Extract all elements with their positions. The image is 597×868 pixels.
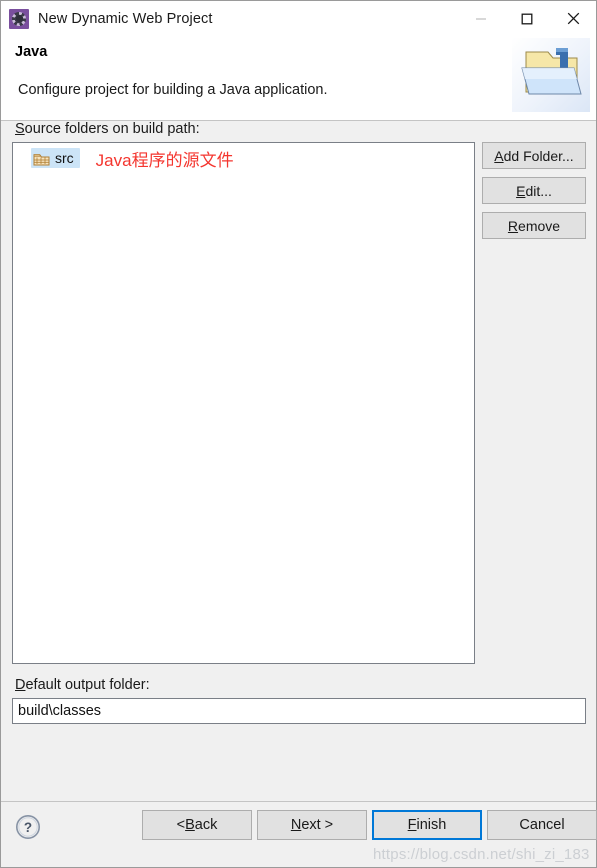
help-question-icon[interactable]: ?: [15, 814, 41, 840]
next-button[interactable]: Next >: [257, 810, 367, 840]
back-button[interactable]: < Back: [142, 810, 252, 840]
eclipse-wizard-gear-icon: [9, 8, 29, 29]
list-item[interactable]: src Java程序的源文件: [31, 147, 234, 170]
source-folder-actions: Add Folder... Edit... Remove: [482, 142, 586, 239]
add-folder-button[interactable]: Add Folder...: [482, 142, 586, 169]
java-folder-banner-icon: [512, 38, 590, 112]
cancel-button[interactable]: Cancel: [487, 810, 597, 840]
close-icon[interactable]: [550, 1, 596, 36]
annotation-text: Java程序的源文件: [95, 150, 234, 170]
source-folders-list[interactable]: src Java程序的源文件: [12, 142, 475, 664]
svg-text:?: ?: [24, 820, 32, 835]
dialog-footer: ? < Back Next > Finish Cancel: [1, 801, 597, 867]
title-bar: New Dynamic Web Project: [1, 1, 596, 36]
edit-button[interactable]: Edit...: [482, 177, 586, 204]
default-output-folder-input[interactable]: [12, 698, 586, 724]
window-title: New Dynamic Web Project: [38, 10, 213, 27]
new-dynamic-web-project-dialog: New Dynamic Web Project Java Configure p…: [0, 0, 597, 868]
source-package-folder-icon: [33, 151, 50, 166]
default-output-folder-label: Default output folder:: [15, 677, 150, 693]
wizard-body: Source folders on build path: src Java程序…: [1, 121, 596, 801]
maximize-icon[interactable]: [504, 1, 550, 36]
list-item-label: src: [55, 150, 74, 166]
wizard-header: Java Configure project for building a Ja…: [1, 36, 596, 121]
remove-button[interactable]: Remove: [482, 212, 586, 239]
window-controls: [458, 1, 596, 36]
page-description: Configure project for building a Java ap…: [18, 82, 328, 98]
minimize-icon[interactable]: [458, 1, 504, 36]
page-title: Java: [15, 44, 48, 60]
source-folders-label: Source folders on build path:: [15, 121, 200, 137]
wizard-navigation: < Back Next > Finish Cancel: [142, 810, 597, 840]
finish-button[interactable]: Finish: [372, 810, 482, 840]
source-folder-entry-selected[interactable]: src: [31, 148, 80, 168]
